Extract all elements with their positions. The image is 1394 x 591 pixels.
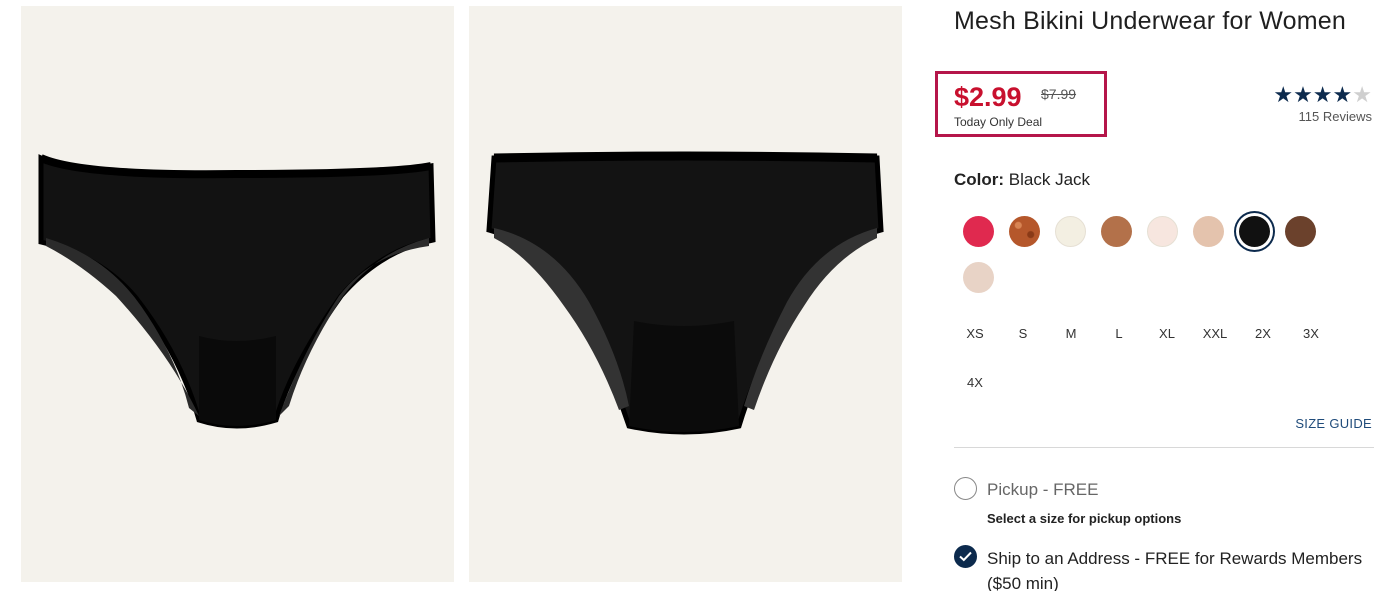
checkmark-icon (959, 551, 972, 562)
color-swatch-copper-print[interactable] (1009, 216, 1040, 247)
color-swatch-blush[interactable] (963, 262, 994, 293)
color-swatch-light-pink[interactable] (1147, 216, 1178, 247)
product-title: Mesh Bikini Underwear for Women (954, 7, 1346, 35)
bikini-back-illustration (486, 151, 884, 435)
star-icon: ★ (1273, 82, 1294, 107)
product-image-front[interactable] (21, 6, 454, 582)
deal-label: Today Only Deal (954, 115, 1043, 129)
size-option-xxl[interactable]: XXL (1194, 326, 1236, 341)
size-option-l[interactable]: L (1098, 326, 1140, 341)
color-swatch-nude[interactable] (1193, 216, 1224, 247)
sale-price: $2.99 (954, 82, 1022, 112)
color-swatch-red[interactable] (963, 216, 994, 247)
size-option-xs[interactable]: XS (954, 326, 996, 341)
star-icon: ★ (1312, 82, 1333, 107)
pickup-radio[interactable] (954, 477, 977, 500)
size-option-2x[interactable]: 2X (1242, 326, 1284, 341)
rating-stars[interactable]: ★★★★★ (1273, 84, 1372, 106)
color-swatch-brown[interactable] (1285, 216, 1316, 247)
pickup-note: Select a size for pickup options (987, 511, 1182, 526)
star-icon: ★ (1332, 82, 1353, 107)
product-info-panel: Mesh Bikini Underwear for Women $2.99 $7… (935, 0, 1374, 591)
ship-radio[interactable] (954, 545, 977, 568)
color-selection: Color: Black Jack (954, 170, 1090, 190)
size-option-3x[interactable]: 3X (1290, 326, 1332, 341)
star-empty-icon: ★ (1352, 82, 1372, 107)
product-image-back[interactable] (469, 6, 902, 582)
size-guide-link[interactable]: SIZE GUIDE (1295, 416, 1372, 431)
divider (954, 447, 1374, 448)
size-option-s[interactable]: S (1002, 326, 1044, 341)
pickup-label[interactable]: Pickup - FREE (987, 480, 1098, 500)
ship-to-address-label[interactable]: Ship to an Address - FREE for Rewards Me… (987, 546, 1367, 591)
size-option-m[interactable]: M (1050, 326, 1092, 341)
color-swatch-black-jack[interactable] (1239, 216, 1270, 247)
original-price: $7.99 (1041, 86, 1077, 102)
bikini-front-illustration (38, 154, 436, 429)
selected-color-name: Black Jack (1008, 170, 1091, 189)
star-icon: ★ (1293, 82, 1313, 107)
color-swatch-caramel[interactable] (1101, 216, 1132, 247)
size-option-4x[interactable]: 4X (954, 375, 996, 390)
color-label: Color: (954, 170, 1005, 189)
color-swatch-cream[interactable] (1055, 216, 1086, 247)
size-option-xl[interactable]: XL (1146, 326, 1188, 341)
reviews-link[interactable]: 115 Reviews (1299, 109, 1372, 124)
